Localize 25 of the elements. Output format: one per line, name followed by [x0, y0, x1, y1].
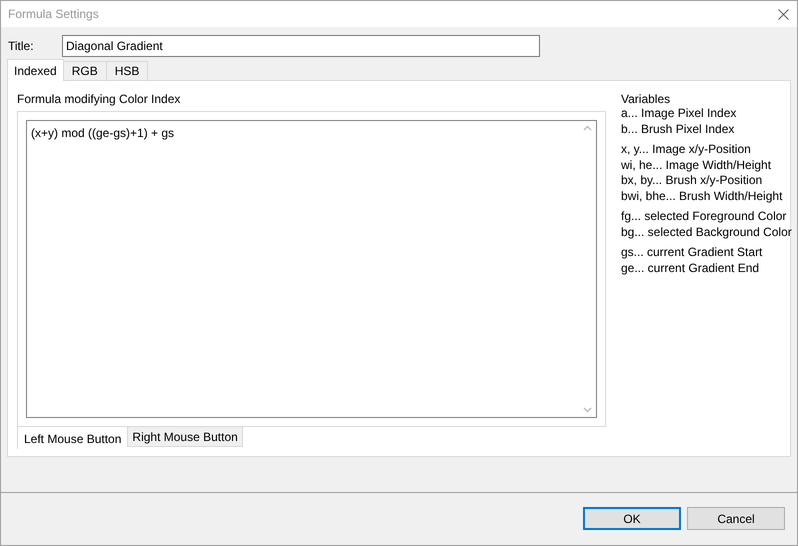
- dialog-button[interactable]: Cancel: [687, 507, 785, 530]
- variable-text: gs... current Gradient Start: [621, 245, 764, 260]
- variable-text: bg... selected Background Color: [621, 224, 792, 240]
- mouse-button-tab[interactable]: Right Mouse Button: [127, 427, 243, 447]
- dialog-button[interactable]: OK: [583, 507, 681, 530]
- close-icon[interactable]: [778, 8, 789, 20]
- title-label: Title:: [8, 38, 35, 55]
- formula-label: Formula modifying Color Index: [17, 91, 182, 106]
- tab[interactable]: Indexed: [7, 59, 64, 81]
- variable-text: b... Brush Pixel Index: [621, 122, 736, 137]
- formula-text: (x+y) mod ((ge-gs)+1) + gs: [30, 125, 176, 142]
- tab[interactable]: HSB: [106, 61, 148, 80]
- variable-text: ge... current Gradient End: [621, 260, 760, 276]
- variable-text: x, y... Image x/y-Position: [621, 142, 752, 158]
- variable-text: wi, he... Image Width/Height: [621, 158, 772, 173]
- scroll-up-icon[interactable]: [583, 125, 592, 131]
- variable-text: fg... selected Foreground Color: [621, 209, 788, 224]
- formula-field[interactable]: (x+y) mod ((ge-gs)+1) + gs: [26, 120, 597, 418]
- variables-heading: Variables: [621, 91, 672, 106]
- scroll-down-icon[interactable]: [583, 407, 592, 413]
- window-title: Formula Settings: [8, 6, 99, 23]
- variable-text: a... Image Pixel Index: [621, 106, 738, 122]
- variable-text: bwi, bhe... Brush Width/Height: [621, 188, 784, 204]
- variable-text: bx, by... Brush x/y-Position: [621, 173, 764, 188]
- title-field[interactable]: Diagonal Gradient: [62, 35, 540, 57]
